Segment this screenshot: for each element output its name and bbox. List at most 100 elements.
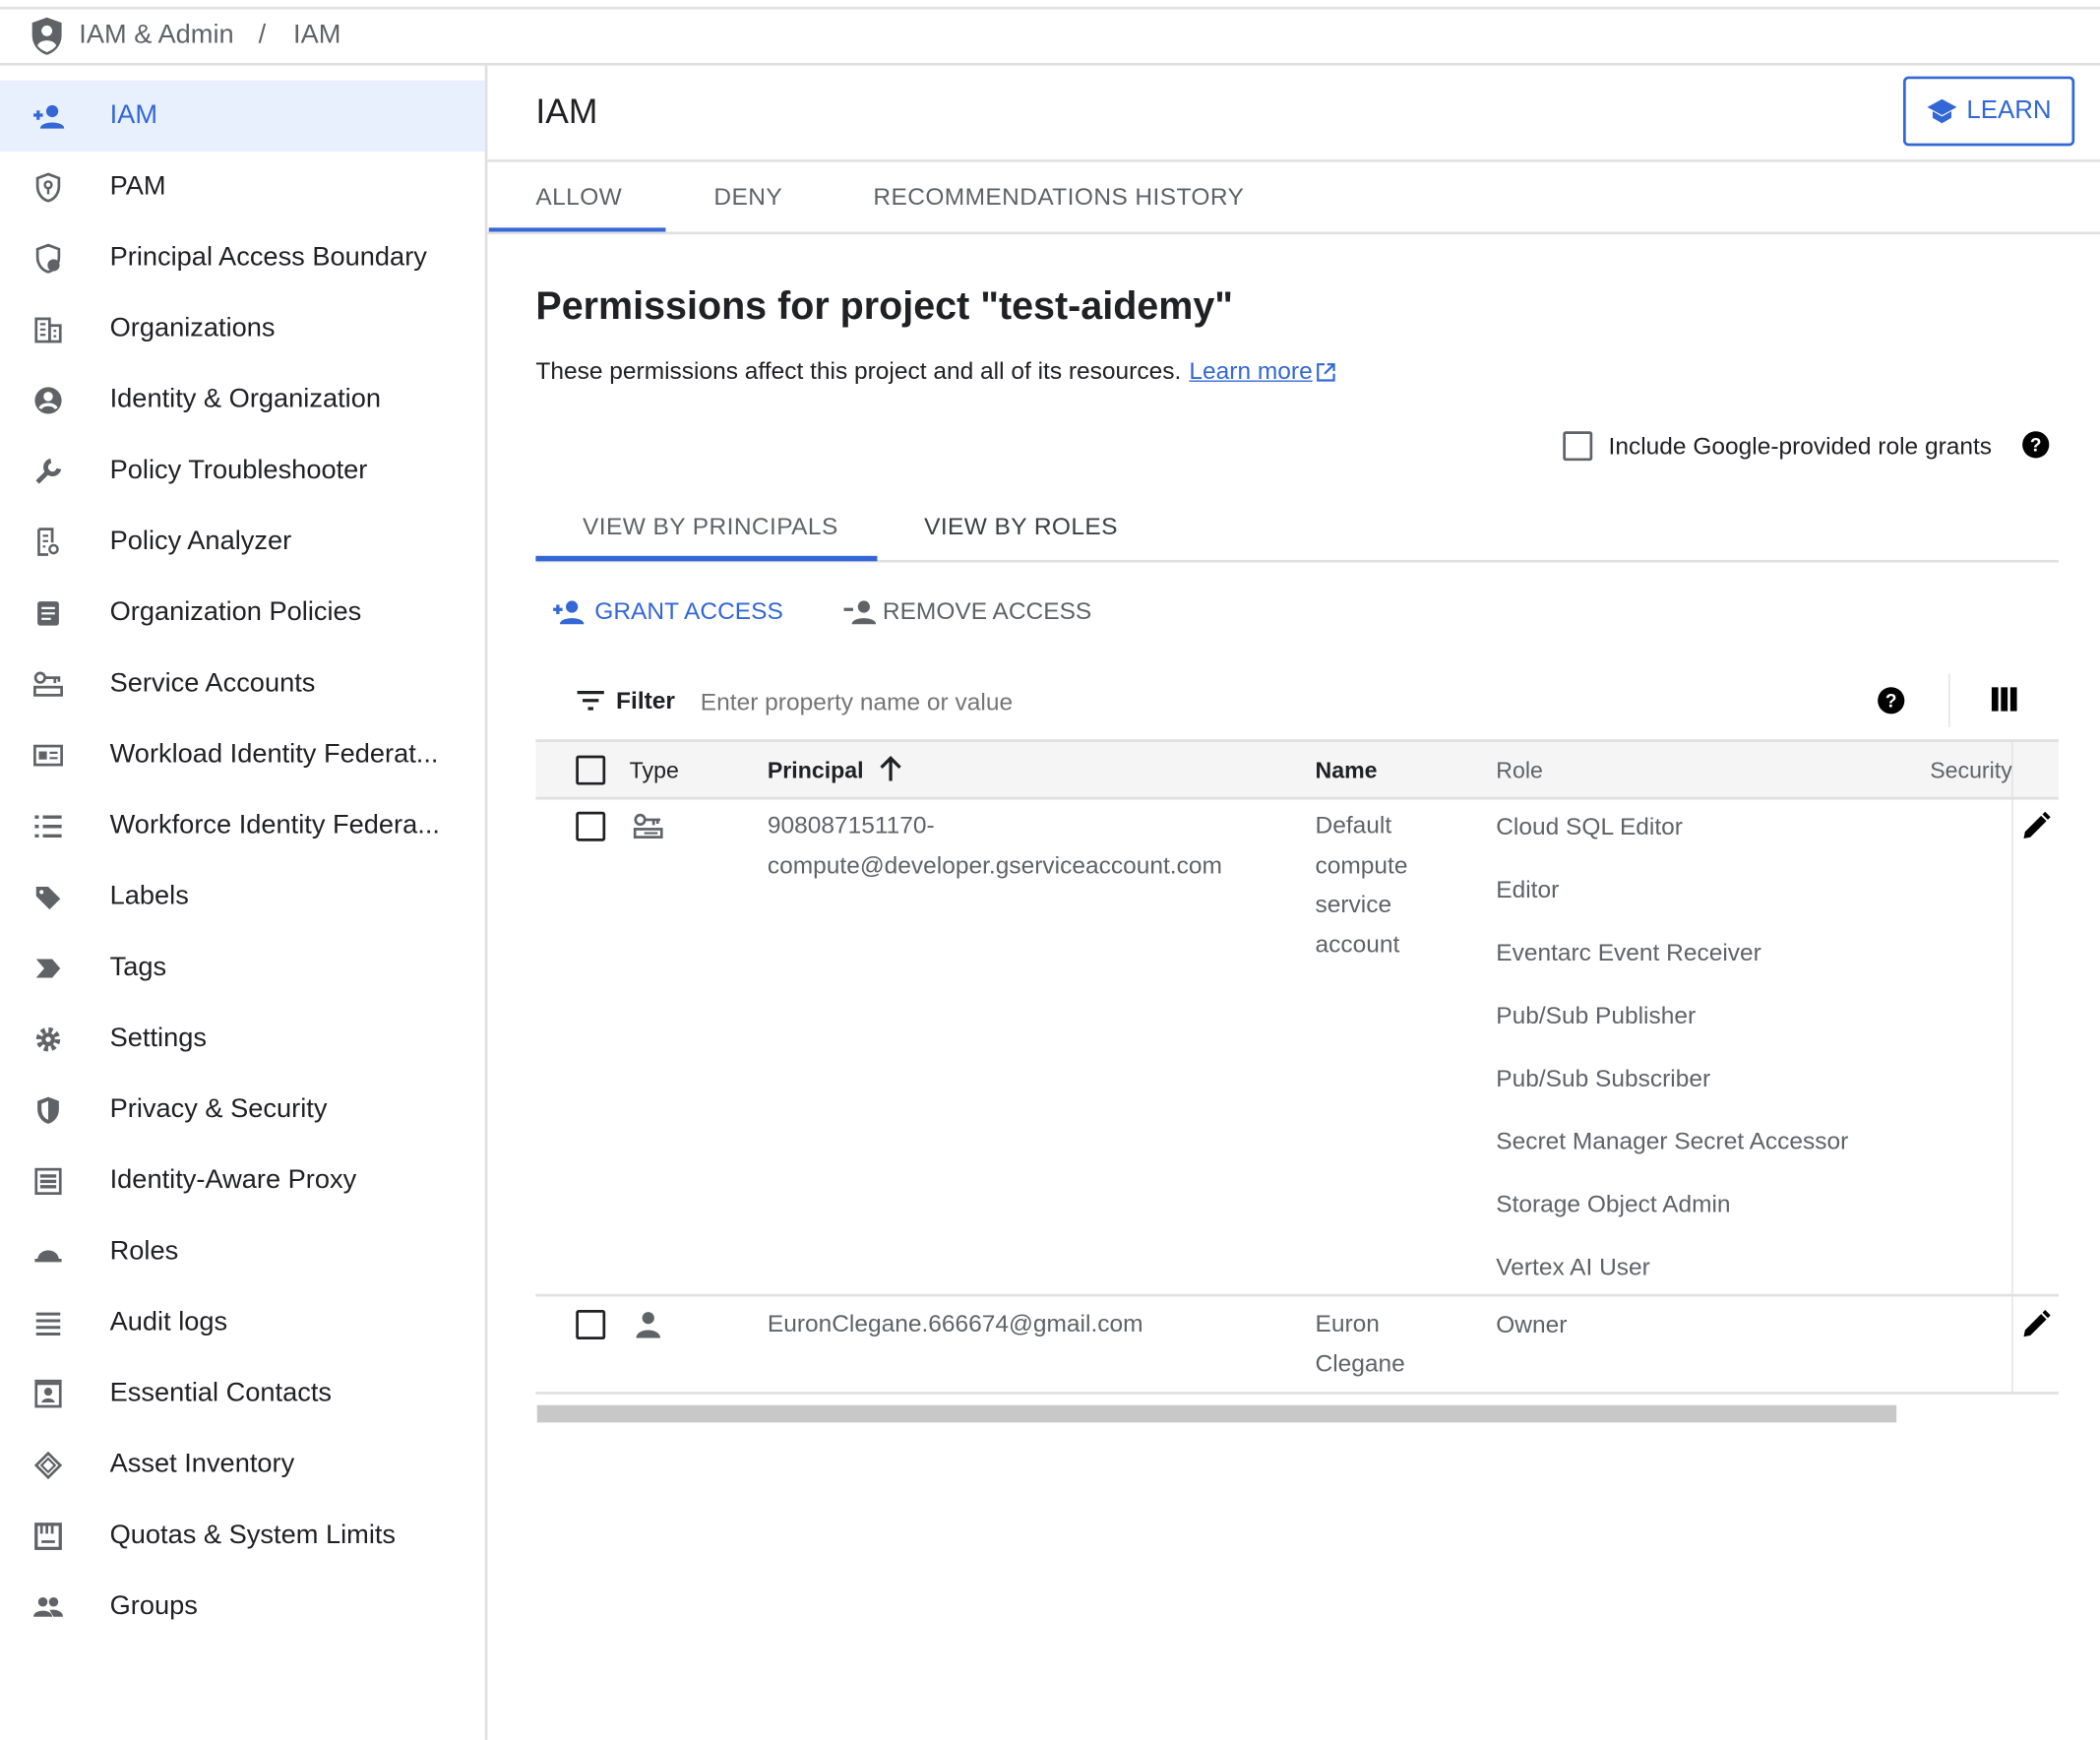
horizontal-scrollbar[interactable]	[536, 1404, 1897, 1423]
sidebar-item-principal-access-boundary[interactable]: Principal Access Boundary	[0, 222, 485, 293]
filter-input[interactable]	[689, 680, 1842, 723]
sidebar-item-quotas-system-limits[interactable]: Quotas & System Limits	[0, 1500, 485, 1571]
sidebar-item-label: Policy Troubleshooter	[109, 455, 368, 485]
select-all-checkbox[interactable]	[576, 755, 606, 785]
document-search-icon	[32, 526, 65, 558]
sidebar-item-label: Settings	[109, 1023, 207, 1053]
role-item: Editor	[1496, 876, 1560, 903]
person-add-icon	[553, 599, 585, 624]
role-item: Pub/Sub Publisher	[1496, 1002, 1697, 1029]
edit-icon[interactable]	[2021, 811, 2051, 841]
sidebar-item-policy-troubleshooter[interactable]: Policy Troubleshooter	[0, 435, 485, 506]
sidebar-item-label: Workforce Identity Federa...	[109, 810, 440, 840]
tab-allow[interactable]: ALLOW	[535, 183, 622, 212]
sidebar-item-asset-inventory[interactable]: Asset Inventory	[0, 1429, 485, 1500]
group-icon	[32, 1590, 65, 1623]
tabs-divider	[487, 231, 2100, 235]
remove-access-label: REMOVE ACCESS	[882, 597, 1092, 625]
sidebar-item-label: Organization Policies	[109, 597, 362, 627]
sidebar-item-workforce-identity-federa[interactable]: Workforce Identity Federa...	[0, 790, 485, 861]
row-divider	[535, 1392, 2059, 1395]
column-name[interactable]: Name	[1316, 758, 1378, 784]
school-icon	[1927, 98, 1957, 124]
sidebar-item-policy-analyzer[interactable]: Policy Analyzer	[0, 506, 485, 577]
service-account-icon	[32, 667, 65, 700]
column-security[interactable]: Security	[1930, 758, 2012, 783]
sidebar-item-label: Service Accounts	[109, 668, 316, 699]
grant-access-label: GRANT ACCESS	[594, 597, 783, 625]
column-role[interactable]: Role	[1496, 758, 1543, 784]
sidebar-item-identity-organization[interactable]: Identity & Organization	[0, 364, 485, 435]
service-account-icon	[633, 813, 663, 839]
principal-line: compute@developer.gserviceaccount.com	[767, 850, 1222, 879]
sidebar-item-label: Essential Contacts	[109, 1378, 333, 1408]
table-header	[535, 739, 2059, 800]
role-item: Secret Manager Secret Accessor	[1496, 1127, 1849, 1155]
sidebar-item-iam[interactable]: IAM	[0, 80, 485, 152]
role-item: Storage Object Admin	[1496, 1190, 1731, 1218]
column-display-icon[interactable]	[1991, 687, 2017, 712]
sidebar-item-privacy-security[interactable]: Privacy & Security	[0, 1075, 485, 1146]
edit-icon[interactable]	[2021, 1310, 2051, 1339]
sidebar-item-organizations[interactable]: Organizations	[0, 293, 485, 364]
tab-view-by-roles[interactable]: VIEW BY ROLES	[924, 513, 1118, 541]
arrow-up-icon[interactable]	[879, 756, 902, 782]
sidebar-item-settings[interactable]: Settings	[0, 1003, 485, 1074]
shield-icon	[32, 1093, 65, 1126]
sidebar-item-pam[interactable]: PAM	[0, 152, 485, 222]
principal-line: EuronClegane.666674@gmail.com	[767, 1310, 1143, 1337]
sidebar-item-identity-aware-proxy[interactable]: Identity-Aware Proxy	[0, 1146, 485, 1216]
layers-icon	[32, 1449, 65, 1481]
filter-label: Filter	[616, 687, 675, 715]
sidebar-item-label: Audit logs	[109, 1307, 228, 1337]
sidebar-item-label: Labels	[109, 881, 189, 911]
sidebar-item-service-accounts[interactable]: Service Accounts	[0, 649, 485, 719]
sidebar-item-label: Workload Identity Federat...	[109, 739, 439, 770]
sidebar-item-organization-policies[interactable]: Organization Policies	[0, 578, 485, 649]
sidebar-item-tags[interactable]: Tags	[0, 932, 485, 1003]
filter-help-icon[interactable]: ?	[1877, 686, 1906, 715]
sidebar-item-label: Organizations	[109, 313, 276, 343]
tab-recommendations-history[interactable]: RECOMMENDATIONS HISTORY	[873, 183, 1244, 212]
sidebar-item-audit-logs[interactable]: Audit logs	[0, 1287, 485, 1358]
sidebar-item-label: Tags	[109, 952, 167, 982]
sidebar-item-workload-identity-federat[interactable]: Workload Identity Federat...	[0, 719, 485, 790]
help-icon[interactable]: ?	[2021, 430, 2051, 460]
person-icon	[636, 1312, 660, 1338]
quota-icon	[32, 1520, 65, 1552]
label-icon	[32, 881, 65, 913]
sidebar-item-labels[interactable]: Labels	[0, 861, 485, 932]
svg-text:?: ?	[2030, 436, 2042, 457]
breadcrumb-page: IAM	[293, 20, 341, 50]
sidebar-item-label: Identity-Aware Proxy	[109, 1165, 357, 1196]
iam-shield-icon	[31, 17, 62, 55]
permissions-title: Permissions for project "test-aidemy"	[535, 284, 1234, 329]
include-google-grants-checkbox[interactable]	[1563, 431, 1593, 462]
role-item: Eventarc Event Receiver	[1496, 939, 1761, 966]
row-checkbox[interactable]	[576, 1310, 606, 1339]
permissions-subtitle: These permissions affect this project an…	[535, 357, 1182, 385]
tab-view-by-principals[interactable]: VIEW BY PRINCIPALS	[583, 513, 838, 541]
column-principal[interactable]: Principal	[768, 758, 864, 784]
grant-access-button[interactable]: GRANT ACCESS	[552, 597, 783, 626]
tab-deny[interactable]: DENY	[713, 183, 782, 212]
filter-icon	[577, 691, 604, 711]
sidebar-item-roles[interactable]: Roles	[0, 1216, 485, 1287]
breadcrumb-section[interactable]: IAM & Admin	[79, 20, 233, 50]
sidebar-item-label: Policy Analyzer	[109, 526, 292, 556]
row-checkbox[interactable]	[576, 811, 606, 841]
learn-more-link[interactable]: Learn more	[1189, 357, 1312, 386]
column-type[interactable]: Type	[630, 758, 679, 784]
breadcrumb-separator: /	[258, 20, 267, 50]
learn-button[interactable]: LEARN	[1902, 76, 2075, 147]
person-remove-icon	[843, 599, 877, 624]
sidebar-item-label: Quotas & System Limits	[109, 1520, 397, 1550]
role-item: Vertex AI User	[1496, 1253, 1650, 1281]
sidebar-item-essential-contacts[interactable]: Essential Contacts	[0, 1358, 485, 1429]
shield-person-icon	[32, 242, 65, 275]
name-line: account	[1315, 930, 1400, 958]
sidebar-item-label: PAM	[109, 171, 166, 202]
name-line: Euron	[1315, 1310, 1380, 1337]
sidebar-item-groups[interactable]: Groups	[0, 1571, 485, 1642]
remove-access-button[interactable]: REMOVE ACCESS	[843, 597, 1091, 626]
